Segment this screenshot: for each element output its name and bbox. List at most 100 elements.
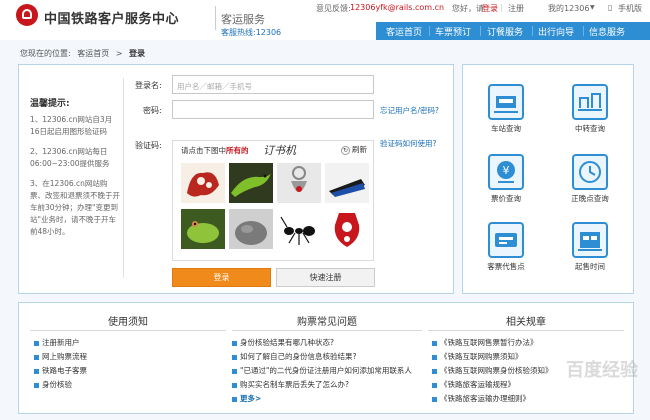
hotline-text: 客服热线:12306 — [221, 28, 282, 37]
site-title: 中国铁路客户服务中心 — [44, 12, 180, 27]
service-station-query[interactable]: 车站查询 — [482, 84, 530, 134]
list-item[interactable]: 身份核验结果有哪几种状态? — [232, 337, 334, 348]
bullet-icon — [432, 340, 437, 346]
more-link[interactable]: 更多> — [232, 393, 261, 404]
list-item[interactable]: 《铁路互联网售票暂行办法》 — [432, 337, 538, 348]
sale-time-icon — [572, 222, 608, 258]
captcha-refresh-button[interactable]: ↻ 刷新 — [341, 144, 367, 155]
service-ticket-agent[interactable]: 客票代售点 — [482, 222, 530, 272]
captcha-image-ant[interactable] — [277, 209, 321, 249]
service-label: 票价查询 — [491, 194, 521, 203]
column-divider — [232, 330, 422, 331]
captcha-image-paper-vase[interactable] — [325, 209, 369, 249]
tips-title: 温馨提示: — [30, 99, 70, 109]
title-divider — [215, 6, 216, 30]
register-link[interactable]: 注册 — [508, 3, 524, 14]
column-title-faq: 购票常见问题 — [297, 317, 357, 328]
greeting-text: 您好，请 — [452, 4, 484, 13]
chevron-down-icon[interactable]: ▼ — [590, 4, 595, 11]
bullet-icon — [232, 368, 237, 374]
password-label: 密码: — [143, 106, 162, 115]
top-links: 意见反馈: 12306yfk@rails.com.cn 您好，请 登录 | 注册… — [316, 3, 650, 17]
breadcrumb-prefix: 您现在的位置: — [20, 49, 71, 58]
service-fare-query[interactable]: ¥ 票价查询 — [482, 154, 530, 204]
bullet-icon — [432, 368, 437, 374]
nav-divider — [429, 26, 430, 36]
login-button[interactable]: 登录 — [172, 268, 271, 287]
captcha-prompt: 请点击下图中所有的 — [181, 145, 249, 156]
railway-logo-icon[interactable] — [16, 4, 38, 26]
captcha-image-keychain[interactable] — [277, 163, 321, 203]
login-link[interactable]: 登录 — [482, 3, 498, 14]
svg-text:¥: ¥ — [503, 164, 510, 177]
link-separator: | — [500, 3, 503, 12]
bullet-icon — [34, 382, 39, 388]
list-item[interactable]: "已通过"的二代身份证注册用户如何添加常用联系人 — [232, 365, 412, 376]
column-divider — [30, 330, 226, 331]
bullet-icon — [432, 396, 437, 402]
list-item[interactable]: 《铁路互联网购票须知》 — [432, 351, 523, 362]
column-divider — [428, 330, 624, 331]
captcha-image-rock[interactable] — [229, 209, 273, 249]
top-header: 中国铁路客户服务中心 客运服务 客服热线:12306 意见反馈: 12306yf… — [0, 0, 650, 40]
column-title-regulations: 相关规章 — [506, 317, 546, 328]
captcha-image-paper-cut[interactable] — [181, 163, 225, 203]
service-delay-query[interactable]: 正晚点查询 — [566, 154, 614, 204]
captcha-image-lizard[interactable] — [229, 163, 273, 203]
service-label: 起售时间 — [575, 262, 605, 271]
ticket-agent-icon — [488, 222, 524, 258]
list-item[interactable]: 注册新用户 — [34, 337, 80, 348]
delay-query-icon — [572, 154, 608, 190]
service-label: 车站查询 — [491, 124, 521, 133]
service-label: 正晚点查询 — [571, 194, 609, 203]
captcha-label: 验证码: — [135, 141, 162, 150]
my-account-link[interactable]: 我的12306 — [548, 3, 589, 14]
nav-divider — [532, 26, 533, 36]
service-sale-time[interactable]: 起售时间 — [566, 222, 614, 272]
breadcrumb-home[interactable]: 客运首页 — [77, 49, 109, 58]
list-item[interactable]: 《铁路互联网购票身份核验须知》 — [432, 365, 553, 376]
breadcrumb: 您现在的位置: 客运首页 > 登录 — [20, 48, 145, 59]
captcha-image-stapler[interactable] — [325, 163, 369, 203]
bullet-icon — [34, 354, 39, 360]
tip-item: 1、12306.cn网站自3月16日起启用图形验证码 — [30, 115, 113, 136]
breadcrumb-current: 登录 — [129, 49, 146, 58]
bullet-icon — [34, 368, 39, 374]
nav-item-travel-guide[interactable]: 出行向导 — [538, 25, 574, 38]
username-input[interactable]: 用户名／邮箱／手机号 — [172, 75, 374, 94]
password-input[interactable] — [172, 100, 374, 119]
tip-item: 2、12306.cn网站每日06:00~23:00提供服务 — [30, 147, 110, 168]
list-item[interactable]: 身份核验 — [34, 379, 72, 390]
main-nav: 客运首页 车票预订 订餐服务 出行向导 信息服务 — [376, 22, 650, 40]
list-item[interactable]: 购买实名制车票后丢失了怎么办? — [232, 379, 349, 390]
column-title-usage: 使用须知 — [108, 317, 148, 328]
list-item[interactable]: 《铁路旅客运输办理细则》 — [432, 393, 530, 404]
list-item[interactable]: 铁路电子客票 — [34, 365, 87, 376]
nav-item-meals[interactable]: 订餐服务 — [487, 25, 523, 38]
breadcrumb-separator: > — [115, 49, 123, 58]
bullet-icon — [232, 340, 237, 346]
captcha-prompt-highlight: 所有的 — [226, 146, 249, 155]
watermark: 百度经验 — [566, 360, 638, 381]
captcha-help-link[interactable]: 验证码如何使用? — [380, 138, 436, 149]
panel-divider — [123, 78, 124, 278]
feedback-email-link[interactable]: 12306yfk@rails.com.cn — [350, 3, 444, 12]
quick-register-button[interactable]: 快速注册 — [276, 268, 375, 287]
feedback-label: 意见反馈: — [316, 4, 351, 13]
nav-item-info[interactable]: 信息服务 — [589, 25, 625, 38]
mobile-link[interactable]: 手机版 — [618, 3, 642, 14]
list-item[interactable]: 网上购票流程 — [34, 351, 87, 362]
station-query-icon — [488, 84, 524, 120]
bullet-icon — [432, 354, 437, 360]
service-label: 客票代售点 — [487, 262, 525, 271]
captcha-image-frog[interactable] — [181, 209, 225, 249]
nav-divider — [583, 26, 584, 36]
list-item[interactable]: 《铁路旅客运输规程》 — [432, 379, 515, 390]
nav-item-home[interactable]: 客运首页 — [386, 25, 422, 38]
list-item[interactable]: 如何了解自己的身份信息核验结果? — [232, 351, 356, 362]
service-transfer-query[interactable]: 中转查询 — [566, 84, 614, 134]
bullet-icon — [34, 340, 39, 346]
forgot-password-link[interactable]: 忘记用户名/密码? — [380, 105, 439, 116]
nav-item-booking[interactable]: 车票预订 — [435, 25, 471, 38]
nav-divider — [480, 26, 481, 36]
